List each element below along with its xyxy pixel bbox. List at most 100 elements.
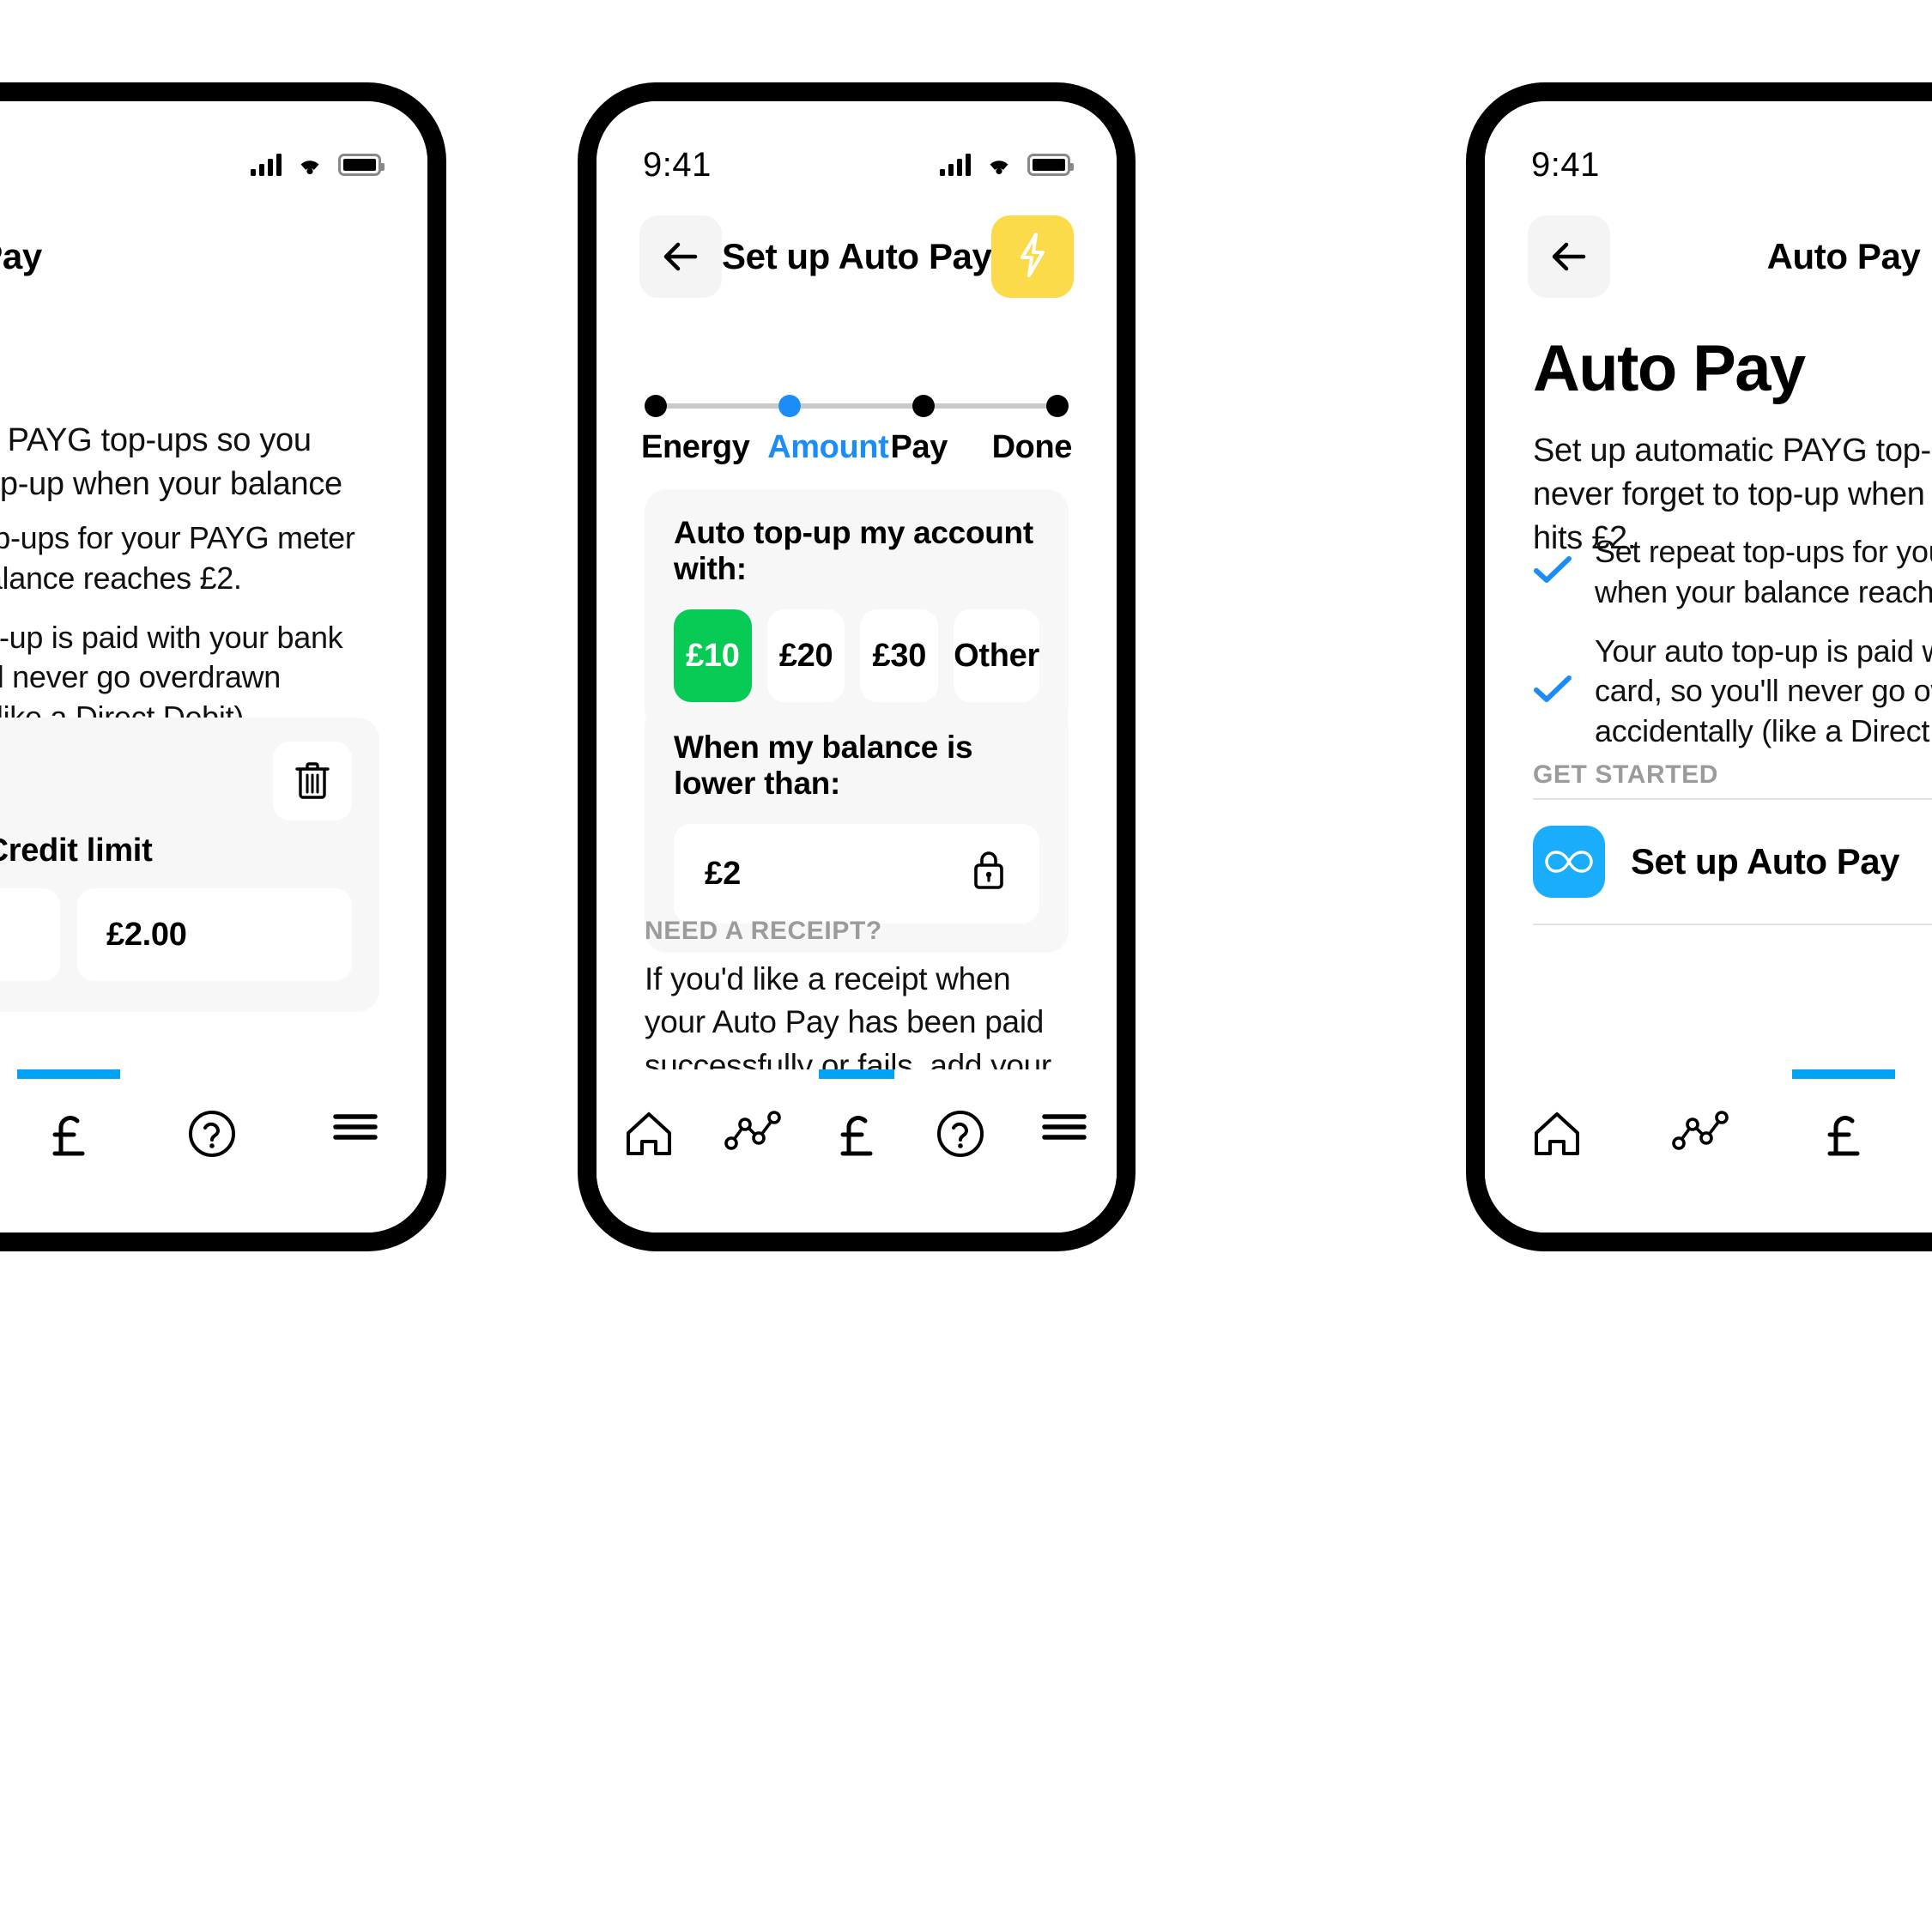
status-icons (940, 154, 1074, 176)
step-dot-pay[interactable] (912, 395, 935, 417)
credit-limit-label: Credit limit (0, 833, 153, 869)
battery-icon (1027, 154, 1074, 176)
tab-home[interactable] (1485, 1069, 1628, 1232)
tab-home[interactable] (597, 1069, 700, 1232)
menu-icon (1039, 1109, 1089, 1145)
amount-option-10[interactable]: £10 (674, 609, 752, 702)
pound-icon (1820, 1109, 1868, 1160)
help-icon (187, 1109, 237, 1159)
step-dot-done[interactable] (1046, 395, 1069, 417)
get-started-kicker: GET STARTED (1533, 760, 1719, 789)
center-navbar: Set up Auto Pay (597, 209, 1117, 304)
pound-icon (45, 1109, 93, 1160)
left-tab-bar (0, 1069, 427, 1232)
list-item: Your auto top-up is paid with your bank … (1533, 632, 1932, 752)
tab-payments[interactable] (804, 1069, 908, 1232)
check-icon (1533, 674, 1572, 709)
list-item: Set repeat top-ups for your PAYG meter w… (0, 518, 379, 599)
phone-left-screen: Auto Pay Set up automatic PAYG top-ups s… (0, 101, 427, 1232)
list-item: Set repeat top-ups for your PAYG meter w… (1533, 532, 1932, 613)
right-nav-title: Auto Pay (1766, 236, 1921, 276)
tab-usage[interactable] (1628, 1069, 1772, 1232)
tab-payments[interactable] (0, 1069, 141, 1232)
step-label-done: Done (991, 429, 1073, 465)
progress-stepper: Energy Amount Pay Done (641, 393, 1073, 474)
amount-option-other[interactable]: Other (954, 609, 1039, 702)
hero-title: Auto Pay (1533, 332, 1806, 405)
active-tab-indicator (819, 1069, 894, 1079)
stepper-track (645, 393, 1069, 419)
credit-limit-card: Credit limit £2.00 (0, 718, 379, 1012)
list-item-label: Set repeat top-ups for your PAYG meter w… (1595, 534, 1932, 609)
left-navbar: Auto Pay (0, 209, 427, 304)
phone-center-screen: 9:41 Set up Auto Pay Energy Amount Pay D… (597, 101, 1117, 1232)
tab-payments[interactable] (1772, 1069, 1915, 1232)
step-line (667, 403, 778, 409)
home-icon (623, 1109, 675, 1159)
wifi-icon (295, 154, 324, 176)
phone-right-screen: 9:41 Auto Pay Auto Pay Set up automatic … (1485, 101, 1932, 1232)
set-up-auto-pay-row[interactable]: Set up Auto Pay (1533, 798, 1932, 925)
back-button[interactable] (639, 215, 722, 298)
tab-menu[interactable] (284, 1069, 427, 1232)
tab-help[interactable] (909, 1069, 1013, 1232)
left-nav-title: Auto Pay (0, 236, 42, 276)
home-icon (1531, 1109, 1583, 1159)
center-tab-bar (597, 1069, 1117, 1232)
status-time: 9:41 (1531, 145, 1600, 184)
status-bar: 9:41 (597, 101, 1117, 197)
page-title: Set up Auto Pay (722, 236, 992, 276)
screenshot-canvas: Auto Pay Set up automatic PAYG top-ups s… (0, 0, 1932, 1932)
back-button[interactable] (1528, 215, 1610, 298)
lock-icon (969, 846, 1008, 901)
wifi-icon (984, 154, 1014, 176)
balance-threshold-card: When my balance is lower than: £2 (645, 704, 1069, 953)
check-icon (1533, 554, 1572, 590)
battery-icon (338, 154, 385, 176)
signal-icon (251, 154, 282, 176)
amount-option-30[interactable]: £30 (860, 609, 939, 702)
credit-limit-card-header (0, 742, 352, 821)
receipt-kicker: NEED A RECEIPT? (645, 917, 882, 945)
step-label-pay: Pay (890, 429, 948, 465)
phone-right: 9:41 Auto Pay Auto Pay Set up automatic … (1466, 82, 1932, 1251)
lightning-bolt-button[interactable] (991, 215, 1075, 298)
signal-icon (940, 154, 971, 176)
delete-button[interactable] (273, 742, 352, 821)
balance-threshold-title: When my balance is lower than: (674, 730, 973, 801)
step-label-energy: Energy (641, 429, 750, 465)
phone-left: Auto Pay Set up automatic PAYG top-ups s… (0, 82, 446, 1251)
credit-limit-field-right[interactable]: £2.00 (77, 888, 352, 981)
step-line (935, 403, 1046, 409)
tab-help[interactable] (1916, 1069, 1932, 1232)
tab-usage[interactable] (700, 1069, 804, 1232)
step-line (801, 403, 912, 409)
amount-options: £10 £20 £30 Other (674, 609, 1039, 702)
phone-center: 9:41 Set up Auto Pay Energy Amount Pay D… (578, 82, 1136, 1251)
top-up-amount-card: Auto top-up my account with: £10 £20 £30… (645, 489, 1069, 731)
set-up-auto-pay-label: Set up Auto Pay (1631, 841, 1899, 881)
lightning-bolt-icon (1014, 231, 1051, 283)
credit-limit-field-left[interactable] (0, 888, 60, 981)
step-dot-energy[interactable] (645, 395, 667, 417)
help-icon (936, 1109, 985, 1159)
right-bullet-list: Set repeat top-ups for your PAYG meter w… (1533, 532, 1932, 771)
step-label-amount: Amount (767, 429, 889, 465)
active-tab-indicator (16, 1069, 121, 1079)
right-tab-bar (1485, 1069, 1932, 1232)
status-time: 9:41 (643, 145, 712, 184)
tab-menu[interactable] (1013, 1069, 1117, 1232)
tab-help[interactable] (141, 1069, 284, 1232)
chart-icon (724, 1109, 781, 1152)
chart-icon (1671, 1109, 1729, 1152)
infinity-icon (1533, 826, 1605, 898)
top-up-amount-title: Auto top-up my account with: (674, 515, 1033, 586)
menu-icon (330, 1109, 380, 1145)
balance-threshold-value: £2 (705, 855, 742, 892)
balance-threshold-input[interactable]: £2 (674, 824, 1039, 924)
active-tab-indicator (1791, 1069, 1896, 1079)
amount-option-20[interactable]: £20 (766, 609, 845, 702)
step-dot-amount[interactable] (778, 395, 801, 417)
credit-limit-fields: £2.00 (0, 888, 352, 981)
list-item-label: Set repeat top-ups for your PAYG meter w… (0, 520, 355, 596)
